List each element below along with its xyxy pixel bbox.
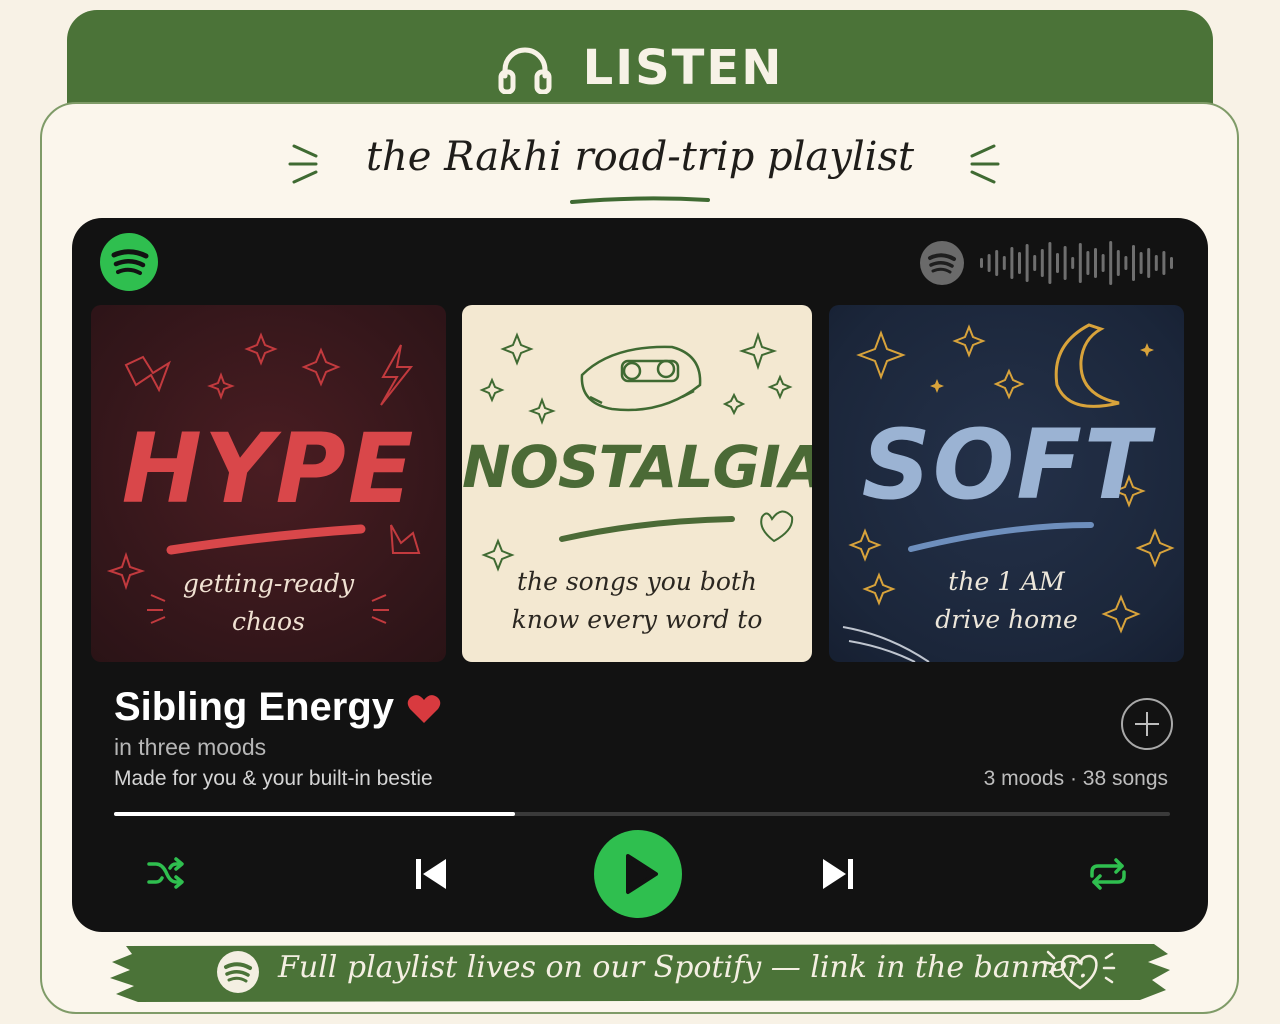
waveform-bar (1071, 257, 1075, 269)
spotify-code-logo-icon (920, 241, 964, 285)
cover-title: NOSTALGIA (462, 433, 812, 501)
waveform-bar (1086, 251, 1090, 275)
subtitle-block: the Rakhi road-trip playlist (280, 128, 1000, 208)
mood-cover-soft[interactable]: SOFT the 1 AM drive home (829, 305, 1184, 662)
play-button[interactable] (594, 830, 682, 918)
waveform-bar (1124, 256, 1128, 270)
waveform-bar (1078, 243, 1082, 283)
waveform-bar (995, 250, 999, 276)
waveform-bar (1162, 251, 1166, 275)
waveform-bar (1147, 248, 1151, 278)
spotify-code-waveform (980, 241, 1173, 285)
waveform-bar (1139, 252, 1143, 274)
waveform-bar (1154, 255, 1158, 271)
repeat-button[interactable] (1086, 856, 1130, 892)
waveform-bar (987, 254, 991, 272)
playlist-description: Made for you & your built-in bestie (114, 767, 433, 790)
waveform-bar (980, 258, 983, 268)
waveform-bar (1018, 252, 1021, 274)
cover-title: SOFT (861, 409, 1152, 521)
playlist-title: Sibling Energy (114, 685, 395, 729)
header-title: LISTEN (582, 40, 784, 96)
sparkle-right-icon (970, 144, 1000, 184)
play-icon (626, 854, 658, 894)
waveform-bar (1010, 247, 1014, 279)
underline-stroke (570, 196, 710, 204)
waveform-bar (1170, 257, 1173, 269)
mood-cover-nostalgia[interactable]: NOSTALGIA the songs you both know every … (462, 305, 812, 662)
playlist-meta: 3 moods · 38 songs (983, 767, 1168, 790)
progress-bar[interactable] (114, 812, 1170, 816)
spotify-logo-icon (100, 233, 158, 291)
headphones-icon (498, 47, 552, 94)
waveform-bar (1094, 248, 1097, 278)
waveform-bar (1109, 241, 1113, 285)
waveform-bar (1063, 246, 1067, 280)
waveform-bar (1056, 253, 1059, 273)
next-button[interactable] (820, 855, 856, 893)
shuffle-button[interactable] (146, 856, 186, 892)
waveform-bar (1132, 245, 1135, 281)
spotify-footer-icon (217, 951, 259, 993)
waveform-bar (1040, 249, 1044, 277)
cover-title: HYPE (121, 413, 416, 525)
heart-icon[interactable] (407, 694, 441, 724)
previous-button[interactable] (413, 855, 449, 893)
waveform-bar (1116, 250, 1120, 276)
waveform-bar (1033, 255, 1037, 271)
waveform-bar (1048, 242, 1052, 284)
cover-caption: the 1 AM drive home (935, 567, 1078, 634)
mood-cover-hype[interactable]: HYPE getting-ready chaos (91, 305, 446, 662)
heart-doodle-icon (1042, 950, 1116, 990)
waveform-bar (1101, 254, 1105, 272)
waveform-bar (1002, 256, 1006, 270)
progress-fill (114, 812, 516, 816)
add-to-library-button[interactable] (1121, 698, 1173, 750)
playlist-subtitle: the Rakhi road-trip playlist (365, 134, 915, 180)
footer-text: Full playlist lives on our Spotify — lin… (278, 950, 1088, 985)
playlist-subtitle-text: in three moods (114, 734, 267, 760)
cover-caption: the songs you both know every word to (511, 567, 763, 634)
cover-caption: getting-ready chaos (182, 569, 355, 636)
waveform-bar (1025, 244, 1029, 282)
